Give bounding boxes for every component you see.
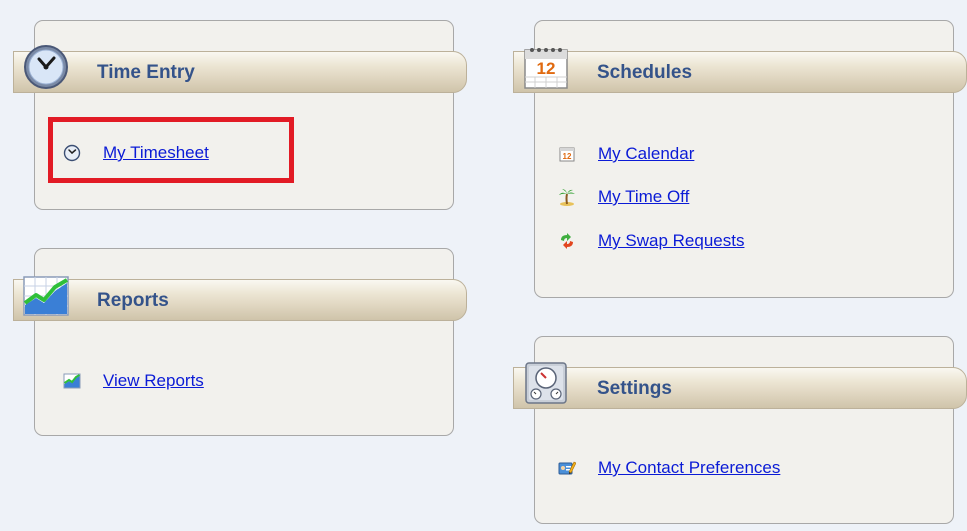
schedules-title: Schedules [597,62,693,83]
my-calendar-link[interactable]: My Calendar [598,144,694,164]
my-swap-requests-link[interactable]: My Swap Requests [598,231,744,251]
my-contact-preferences-link[interactable]: My Contact Preferences [598,458,780,478]
my-time-off-row[interactable]: My Time Off [558,185,689,209]
reports-header-bar [13,279,467,321]
settings-title: Settings [597,378,672,399]
calendar-icon: 12 [524,48,568,89]
chart-icon [23,276,69,316]
my-swap-requests-row[interactable]: My Swap Requests [558,229,744,253]
schedules-panel: 12 Schedules 12 My Calendar My Time Off [513,20,967,298]
schedules-header-bar [513,51,967,93]
calendar-number: 12 [537,59,556,78]
palm-tree-icon [559,189,575,206]
time-entry-title: Time Entry [97,62,195,83]
svg-text:12: 12 [563,152,572,161]
contact-card-icon [558,461,576,475]
gauge-icon [525,362,567,404]
time-entry-header-bar [13,51,467,93]
my-calendar-row[interactable]: 12 My Calendar [558,142,694,166]
settings-header-bar [513,367,967,409]
clock-icon [24,45,68,89]
calendar-icon: 12 [559,147,575,162]
chart-icon [63,373,81,389]
my-time-off-link[interactable]: My Time Off [598,187,689,207]
my-contact-preferences-row[interactable]: My Contact Preferences [558,456,780,480]
reports-panel: Reports View Reports [13,248,467,436]
dashboard: Time Entry My Timesheet Reports View Rep… [0,0,967,531]
settings-panel: Settings My Contact Preferences [513,336,967,524]
view-reports-link[interactable]: View Reports [103,371,204,391]
reports-title: Reports [97,290,169,311]
swap-arrows-icon [561,233,573,249]
view-reports-row[interactable]: View Reports [63,369,204,393]
highlight-box [48,117,294,183]
